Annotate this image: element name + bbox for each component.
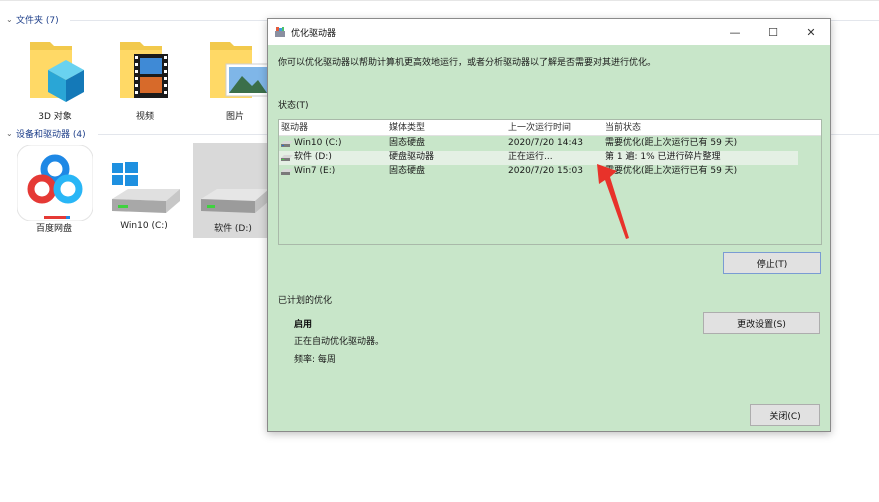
media-type: 硬盘驱动器 xyxy=(389,152,435,162)
column-header-current-status[interactable]: 当前状态 xyxy=(605,122,641,135)
folders-group-label: 文件夹 (7) xyxy=(16,16,59,26)
list-header: 驱动器 媒体类型 上一次运行时间 当前状态 xyxy=(279,120,821,136)
auto-optimize-text: 正在自动优化驱动器。 xyxy=(294,337,385,347)
column-header-drive[interactable]: 驱动器 xyxy=(281,122,308,135)
folder-3d-objects[interactable]: 3D 对象 xyxy=(20,36,90,126)
last-run: 正在运行... xyxy=(508,152,553,162)
status-label: 状态(T) xyxy=(278,101,309,111)
drive-name: Win7 (E:) xyxy=(294,166,336,176)
last-run: 2020/7/20 14:43 xyxy=(508,138,583,148)
current-status: 需要优化(距上次运行已有 59 天) xyxy=(605,138,738,148)
drive-icon xyxy=(281,141,293,147)
optimize-drives-dialog: 优化驱动器 — ☐ ✕ 你可以优化驱动器以帮助计算机更高效地运行，或者分析驱动器… xyxy=(267,18,831,432)
change-settings-button[interactable]: 更改设置(S) xyxy=(703,312,820,334)
videos-folder-icon xyxy=(120,42,168,98)
column-header-media-type[interactable]: 媒体类型 xyxy=(389,122,425,135)
table-row[interactable]: 软件 (D:) 硬盘驱动器 正在运行... 第 1 遍: 1% 已进行碎片整理 xyxy=(279,151,798,165)
drive-baidu-netdisk[interactable]: 百度网盘 xyxy=(14,143,94,238)
close-button[interactable]: 关闭(C) xyxy=(750,404,820,426)
folder-pictures[interactable]: 图片 xyxy=(200,36,270,126)
title-bar[interactable]: 优化驱动器 — ☐ ✕ xyxy=(268,19,830,45)
baidu-netdisk-icon xyxy=(17,145,93,221)
hard-drive-icon xyxy=(112,162,180,213)
drives-list[interactable]: 驱动器 媒体类型 上一次运行时间 当前状态 Win10 (C:) 固态硬盘 20… xyxy=(278,119,822,245)
minimize-button[interactable]: — xyxy=(716,19,754,45)
dialog-title: 优化驱动器 xyxy=(291,28,337,39)
3d-objects-folder-icon xyxy=(30,42,84,102)
close-window-button[interactable]: ✕ xyxy=(792,19,830,45)
optimize-drives-app-icon xyxy=(275,27,285,37)
divider xyxy=(0,0,879,1)
drive-label: Win10 (C:) xyxy=(120,221,168,231)
intro-text: 你可以优化驱动器以帮助计算机更高效地运行，或者分析驱动器以了解是否需要对其进行优… xyxy=(278,58,657,68)
table-row[interactable]: Win10 (C:) 固态硬盘 2020/7/20 14:43 需要优化(距上次… xyxy=(279,137,821,151)
drives-group-header[interactable]: ⌄ 设备和驱动器 (4) xyxy=(6,127,86,140)
frequency-text: 频率: 每周 xyxy=(294,355,336,365)
media-type: 固态硬盘 xyxy=(389,138,426,148)
drive-name: 软件 (D:) xyxy=(294,152,332,162)
drive-icon xyxy=(281,155,293,161)
scheduled-optimization-label: 已计划的优化 xyxy=(278,296,333,306)
drive-win10-c[interactable]: Win10 (C:) xyxy=(104,143,184,238)
folder-videos[interactable]: 视频 xyxy=(110,36,180,126)
schedule-enabled-label: 启用 xyxy=(294,320,313,330)
current-status: 需要优化(距上次运行已有 59 天) xyxy=(605,166,738,176)
maximize-button[interactable]: ☐ xyxy=(754,19,792,45)
media-type: 固态硬盘 xyxy=(389,166,426,176)
chevron-down-icon: ⌄ xyxy=(6,15,13,24)
column-header-last-run[interactable]: 上一次运行时间 xyxy=(508,122,571,135)
stop-button[interactable]: 停止(T) xyxy=(723,252,821,274)
folders-group-header[interactable]: ⌄ 文件夹 (7) xyxy=(6,13,59,26)
chevron-down-icon: ⌄ xyxy=(6,129,13,138)
drives-group-label: 设备和驱动器 (4) xyxy=(16,130,86,140)
table-row[interactable]: Win7 (E:) 固态硬盘 2020/7/20 15:03 需要优化(距上次运… xyxy=(279,165,821,179)
drive-software-d[interactable]: 软件 (D:) xyxy=(193,143,273,238)
drive-label: 软件 (D:) xyxy=(214,224,252,234)
folder-label: 视频 xyxy=(135,112,154,122)
hard-drive-icon xyxy=(201,189,269,213)
current-status: 第 1 遍: 1% 已进行碎片整理 xyxy=(605,152,721,162)
drive-name: Win10 (C:) xyxy=(294,138,342,148)
last-run: 2020/7/20 15:03 xyxy=(508,166,583,176)
folder-label: 3D 对象 xyxy=(38,112,72,122)
folder-label: 图片 xyxy=(225,112,244,122)
pictures-folder-icon xyxy=(210,42,270,98)
drive-label: 百度网盘 xyxy=(35,224,72,234)
drive-icon xyxy=(281,169,293,175)
